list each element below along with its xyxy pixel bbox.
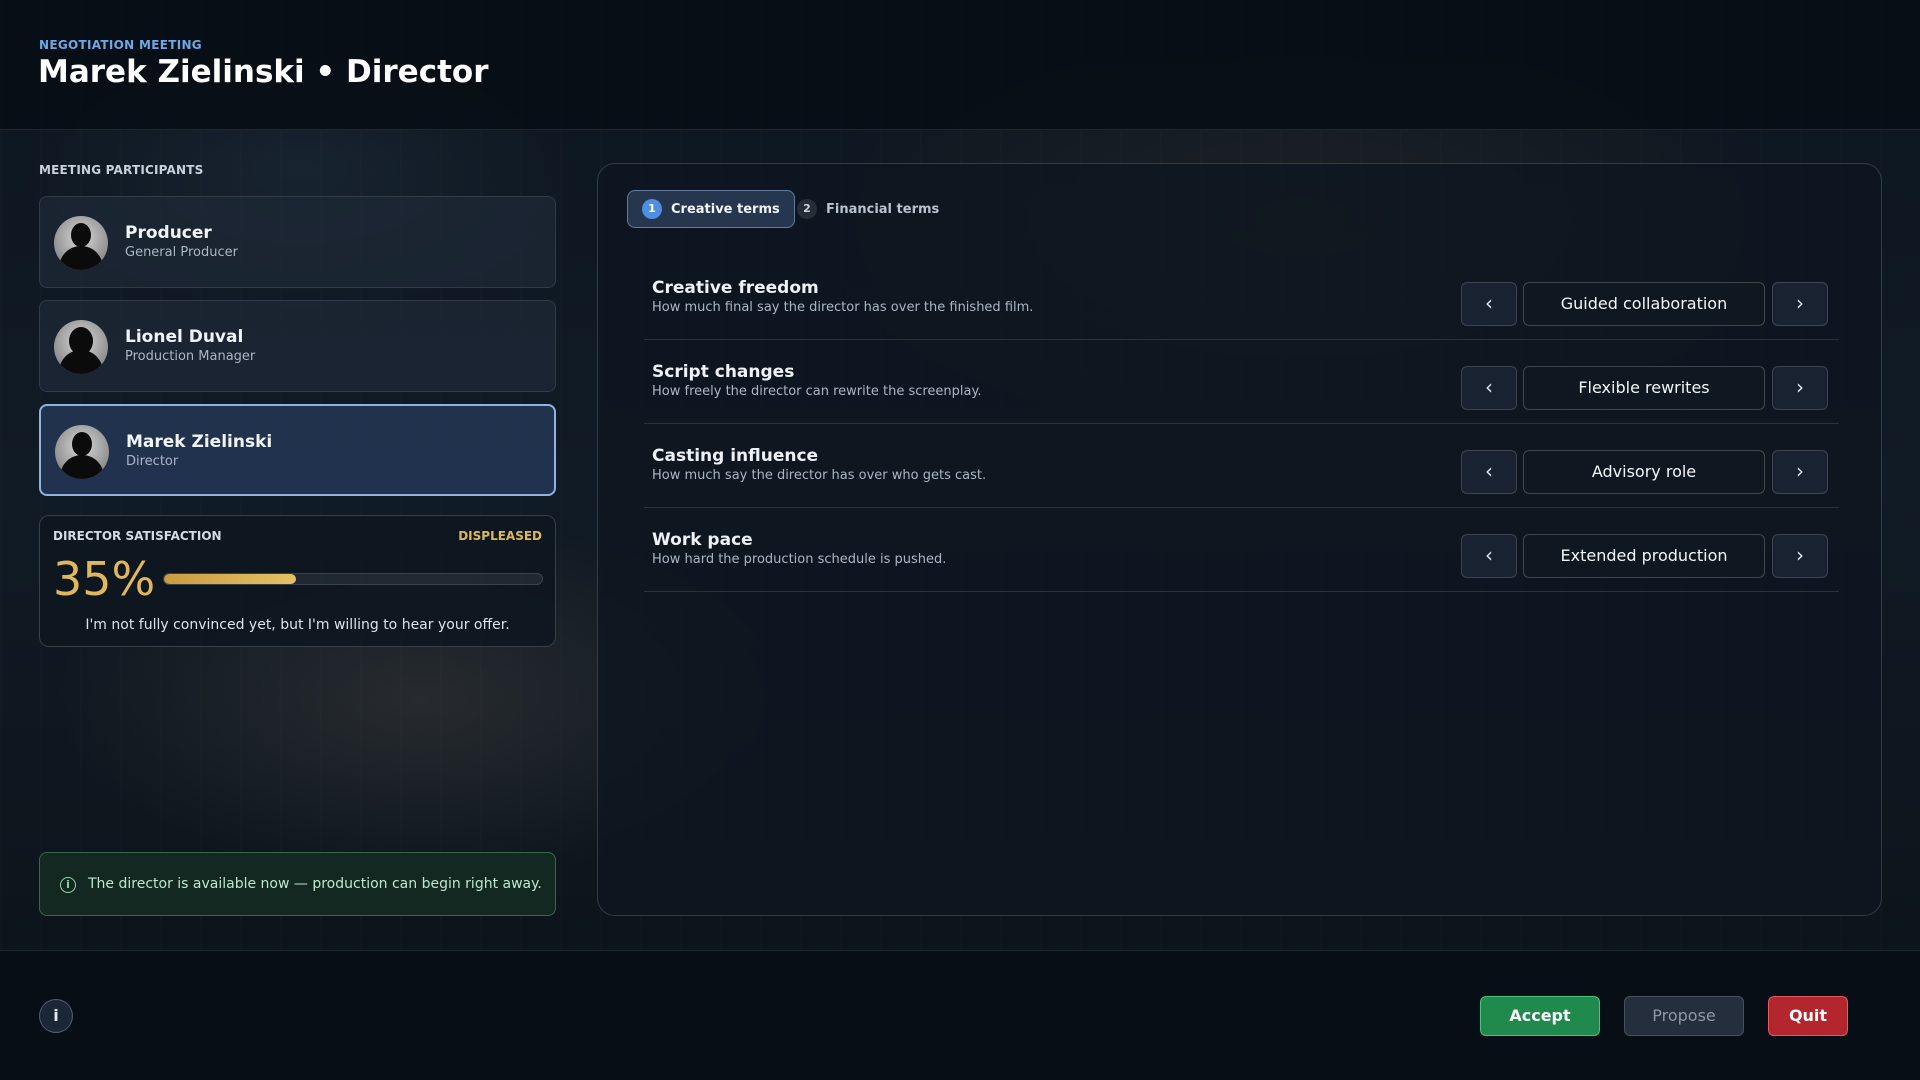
term-value: Advisory role (1523, 450, 1765, 494)
tab-label: Financial terms (826, 201, 940, 217)
tab-number-badge: 2 (797, 199, 817, 219)
participant-name: Producer (125, 223, 212, 243)
satisfaction-progress-bar (163, 573, 543, 585)
availability-notice-text: The director is available now — producti… (88, 876, 542, 892)
propose-button[interactable]: Propose (1624, 996, 1744, 1036)
term-description: How much final say the director has over… (652, 300, 1034, 315)
avatar (54, 216, 108, 270)
director-quote: I'm not fully convinced yet, but I'm wil… (85, 617, 510, 633)
satisfaction-percent: 35% (53, 552, 156, 606)
header: NEGOTIATION MEETING Marek Zielinski • Di… (0, 0, 1920, 130)
avatar (54, 320, 108, 374)
term-row-casting-influence: Casting influence How much say the direc… (644, 424, 1839, 508)
director-satisfaction-card: DIRECTOR SATISFACTION DISPLEASED 35% I'm… (39, 515, 556, 647)
term-value: Flexible rewrites (1523, 366, 1765, 410)
term-title: Casting influence (652, 446, 819, 466)
tab-financial-terms[interactable]: 2 Financial terms (783, 190, 953, 228)
participant-role: General Producer (125, 245, 238, 260)
previous-option-button[interactable]: ‹ (1461, 366, 1517, 410)
participants-section-label: MEETING PARTICIPANTS (39, 163, 204, 177)
term-title: Creative freedom (652, 278, 819, 298)
participant-card-lionel-duval[interactable]: Lionel Duval Production Manager (39, 300, 556, 392)
term-row-creative-freedom: Creative freedom How much final say the … (644, 256, 1839, 340)
participant-card-producer[interactable]: Producer General Producer (39, 196, 556, 288)
info-circle-icon: i (60, 877, 76, 893)
term-row-work-pace: Work pace How hard the production schedu… (644, 508, 1839, 592)
term-value: Extended production (1523, 534, 1765, 578)
meeting-type-label: NEGOTIATION MEETING (39, 38, 202, 52)
tab-creative-terms[interactable]: 1 Creative terms (627, 190, 795, 228)
tab-label: Creative terms (671, 201, 780, 217)
info-icon[interactable]: i (39, 999, 73, 1033)
term-description: How much say the director has over who g… (652, 468, 987, 483)
participant-card-marek-zielinski[interactable]: Marek Zielinski Director (39, 404, 556, 496)
avatar (55, 425, 109, 479)
accept-button[interactable]: Accept (1480, 996, 1600, 1036)
previous-option-button[interactable]: ‹ (1461, 450, 1517, 494)
previous-option-button[interactable]: ‹ (1461, 534, 1517, 578)
next-option-button[interactable]: › (1772, 450, 1828, 494)
term-description: How freely the director can rewrite the … (652, 384, 982, 399)
satisfaction-status-badge: DISPLEASED (458, 529, 542, 543)
next-option-button[interactable]: › (1772, 282, 1828, 326)
participant-role: Director (126, 454, 179, 469)
participant-name: Marek Zielinski (126, 432, 273, 452)
term-description: How hard the production schedule is push… (652, 552, 947, 567)
availability-notice: i The director is available now — produc… (39, 852, 556, 916)
tab-number-badge: 1 (642, 199, 662, 219)
satisfaction-progress-fill (164, 574, 297, 584)
previous-option-button[interactable]: ‹ (1461, 282, 1517, 326)
participant-role: Production Manager (125, 349, 256, 364)
footer-bar: i Accept Propose Quit (0, 950, 1920, 1080)
terms-panel: 1 Creative terms 2 Financial terms Creat… (597, 163, 1882, 916)
term-value: Guided collaboration (1523, 282, 1765, 326)
next-option-button[interactable]: › (1772, 366, 1828, 410)
participant-name: Lionel Duval (125, 327, 244, 347)
next-option-button[interactable]: › (1772, 534, 1828, 578)
satisfaction-label: DIRECTOR SATISFACTION (53, 529, 222, 543)
quit-button[interactable]: Quit (1768, 996, 1848, 1036)
term-title: Work pace (652, 530, 753, 550)
term-row-script-changes: Script changes How freely the director c… (644, 340, 1839, 424)
term-title: Script changes (652, 362, 795, 382)
page-title: Marek Zielinski • Director (38, 54, 489, 90)
